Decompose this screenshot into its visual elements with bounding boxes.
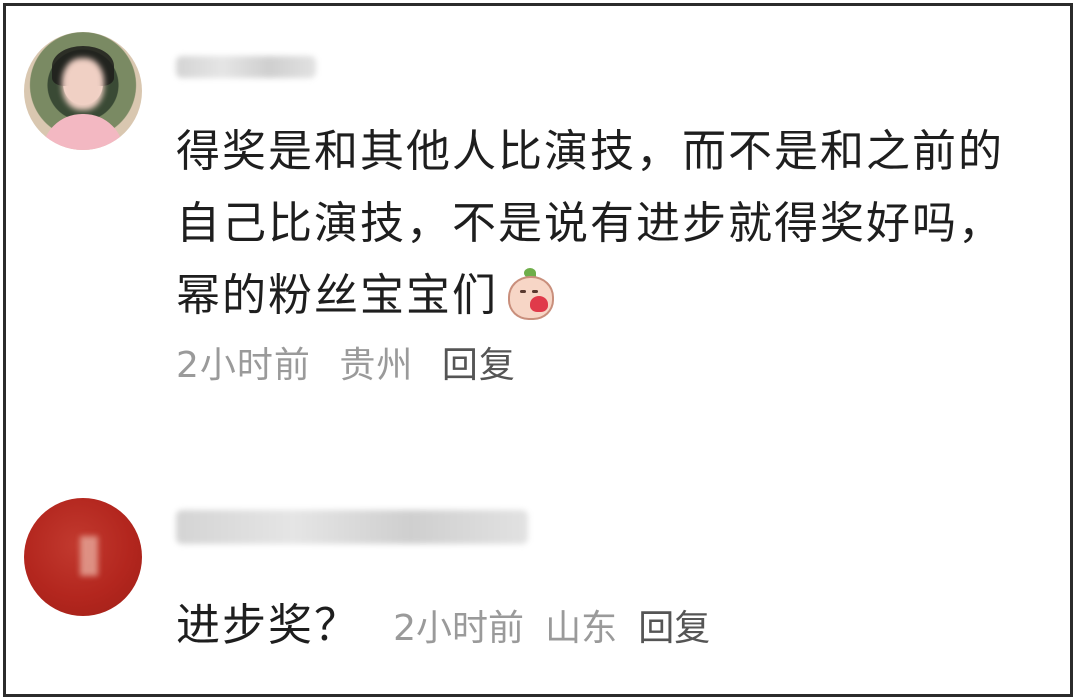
avatar-shirt xyxy=(42,114,124,150)
comment-time: 2小时前 xyxy=(176,345,311,386)
avatar-mark xyxy=(80,536,98,576)
blushing-peach-emoji-icon xyxy=(504,268,554,320)
comment-panel: 得奖是和其他人比演技，而不是和之前的自己比演技，不是说有进步就得奖好吗，幂的粉丝… xyxy=(3,3,1073,697)
avatar[interactable] xyxy=(24,32,142,150)
comment-text: 进步奖？ xyxy=(176,600,360,651)
username-blurred[interactable] xyxy=(176,56,316,78)
comment-location: 山东 xyxy=(545,608,618,649)
comment-meta: 2小时前 贵州 回复 xyxy=(176,336,532,388)
avatar-face xyxy=(62,58,104,110)
comment-text-content: 得奖是和其他人比演技，而不是和之前的自己比演技，不是说有进步就得奖好吗，幂的粉丝… xyxy=(176,126,1004,321)
reply-button[interactable]: 回复 xyxy=(442,345,516,386)
comment-location: 贵州 xyxy=(339,345,414,386)
comment-time: 2小时前 xyxy=(393,608,524,649)
avatar[interactable] xyxy=(24,498,142,616)
comment-body-inline: 进步奖？ 2小时前 山东 回复 xyxy=(176,589,710,653)
comment-text: 得奖是和其他人比演技，而不是和之前的自己比演技，不是说有进步就得奖好吗，幂的粉丝… xyxy=(176,116,1046,332)
username-blurred[interactable] xyxy=(176,510,528,544)
reply-button[interactable]: 回复 xyxy=(638,608,710,649)
